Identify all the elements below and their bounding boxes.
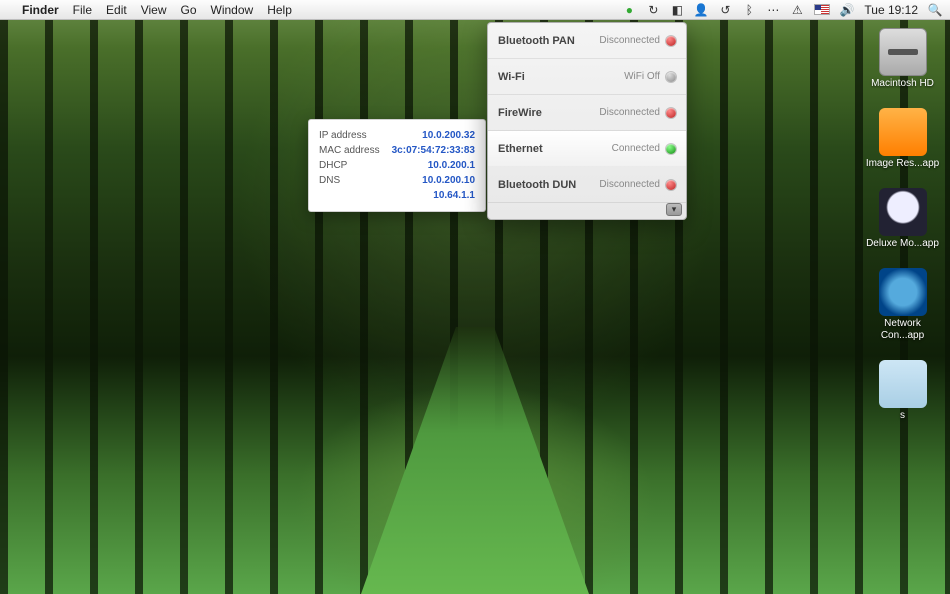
expand-button[interactable]: ▾ xyxy=(666,203,682,216)
interface-status: Connected xyxy=(612,143,676,154)
detail-row: DHCP 10.0.200.1 xyxy=(319,158,475,173)
status-dot-icon xyxy=(666,72,676,82)
sync-icon[interactable]: ↻ xyxy=(646,3,660,17)
desktop-icon-label: Network Con...app xyxy=(865,318,940,342)
interface-status: Disconnected xyxy=(599,107,676,118)
interface-status: Disconnected xyxy=(599,35,676,46)
menu-edit[interactable]: Edit xyxy=(106,3,127,17)
interface-name: FireWire xyxy=(498,107,542,119)
status-dot-icon[interactable]: ● xyxy=(622,3,636,17)
network-status-popup: Bluetooth PAN Disconnected Wi-Fi WiFi Of… xyxy=(487,22,687,220)
desktop-icon-app[interactable]: Deluxe Mo...app xyxy=(865,188,940,250)
popup-footer: ▾ xyxy=(488,203,686,219)
menu-extra-icon[interactable]: ⋯ xyxy=(766,3,780,17)
hard-drive-icon xyxy=(879,28,927,76)
detail-row: MAC address 3c:07:54:72:33:83 xyxy=(319,143,475,158)
status-dot-icon xyxy=(666,180,676,190)
volume-icon[interactable]: 🔊 xyxy=(840,3,854,17)
app-icon xyxy=(879,268,927,316)
interface-status: Disconnected xyxy=(599,179,676,190)
status-dot-icon xyxy=(666,108,676,118)
desktop-icon-folder[interactable]: s xyxy=(865,360,940,422)
detail-value: 10.0.200.10 xyxy=(422,173,475,188)
detail-row: DNS 10.0.200.10 xyxy=(319,173,475,188)
detail-value: 3c:07:54:72:33:83 xyxy=(392,143,475,158)
status-dot-icon xyxy=(666,36,676,46)
interface-name: Ethernet xyxy=(498,143,543,155)
desktop-icon-app[interactable]: Network Con...app xyxy=(865,268,940,342)
desktop-icon-hd[interactable]: Macintosh HD xyxy=(865,28,940,90)
interface-status: WiFi Off xyxy=(624,71,676,82)
app-status-icon[interactable]: ◧ xyxy=(670,3,684,17)
menu-bar: Finder File Edit View Go Window Help ● ↻… xyxy=(0,0,950,20)
app-icon xyxy=(879,188,927,236)
app-icon xyxy=(879,108,927,156)
bluetooth-icon[interactable]: ᛒ xyxy=(742,3,756,17)
time-machine-icon[interactable]: ↺ xyxy=(718,3,732,17)
folder-icon xyxy=(879,360,927,408)
network-interface-row[interactable]: Wi-Fi WiFi Off xyxy=(488,59,686,95)
detail-row: IP address 10.0.200.32 xyxy=(319,128,475,143)
desktop-wallpaper xyxy=(0,0,950,594)
desktop-icon-label: Image Res...app xyxy=(866,158,939,170)
detail-key: MAC address xyxy=(319,143,380,158)
app-menu[interactable]: Finder xyxy=(22,3,59,17)
interface-name: Bluetooth PAN xyxy=(498,35,575,47)
menu-help[interactable]: Help xyxy=(267,3,292,17)
menu-file[interactable]: File xyxy=(73,3,92,17)
clock[interactable]: Tue 19:12 xyxy=(864,3,918,17)
wifi-icon[interactable]: ⚠︎ xyxy=(790,3,804,17)
desktop-icons: Macintosh HD Image Res...app Deluxe Mo..… xyxy=(865,28,940,422)
detail-key: DNS xyxy=(319,173,340,188)
interface-details-tooltip: IP address 10.0.200.32 MAC address 3c:07… xyxy=(308,119,486,212)
interface-name: Bluetooth DUN xyxy=(498,179,576,191)
detail-key: DHCP xyxy=(319,158,347,173)
detail-value: 10.0.200.32 xyxy=(422,128,475,143)
network-interface-row[interactable]: Bluetooth PAN Disconnected xyxy=(488,23,686,59)
network-interface-row[interactable]: FireWire Disconnected xyxy=(488,95,686,131)
network-interface-row[interactable]: Ethernet Connected xyxy=(488,131,686,167)
detail-value: 10.0.200.1 xyxy=(428,158,475,173)
desktop-icon-label: s xyxy=(900,410,905,422)
status-dot-icon xyxy=(666,144,676,154)
menu-window[interactable]: Window xyxy=(211,3,254,17)
user-icon[interactable]: 👤 xyxy=(694,3,708,17)
input-source-flag-icon[interactable] xyxy=(814,4,830,15)
detail-row: . 10.64.1.1 xyxy=(319,188,475,203)
menu-view[interactable]: View xyxy=(141,3,167,17)
detail-key: IP address xyxy=(319,128,367,143)
interface-name: Wi-Fi xyxy=(498,71,525,83)
spotlight-icon[interactable]: 🔍 xyxy=(928,3,942,17)
desktop-icon-app[interactable]: Image Res...app xyxy=(865,108,940,170)
desktop-icon-label: Deluxe Mo...app xyxy=(866,238,939,250)
chevron-down-icon: ▾ xyxy=(672,204,677,215)
menu-go[interactable]: Go xyxy=(181,3,197,17)
desktop-icon-label: Macintosh HD xyxy=(871,78,934,90)
detail-value: 10.64.1.1 xyxy=(433,188,475,203)
network-interface-row[interactable]: Bluetooth DUN Disconnected xyxy=(488,167,686,203)
